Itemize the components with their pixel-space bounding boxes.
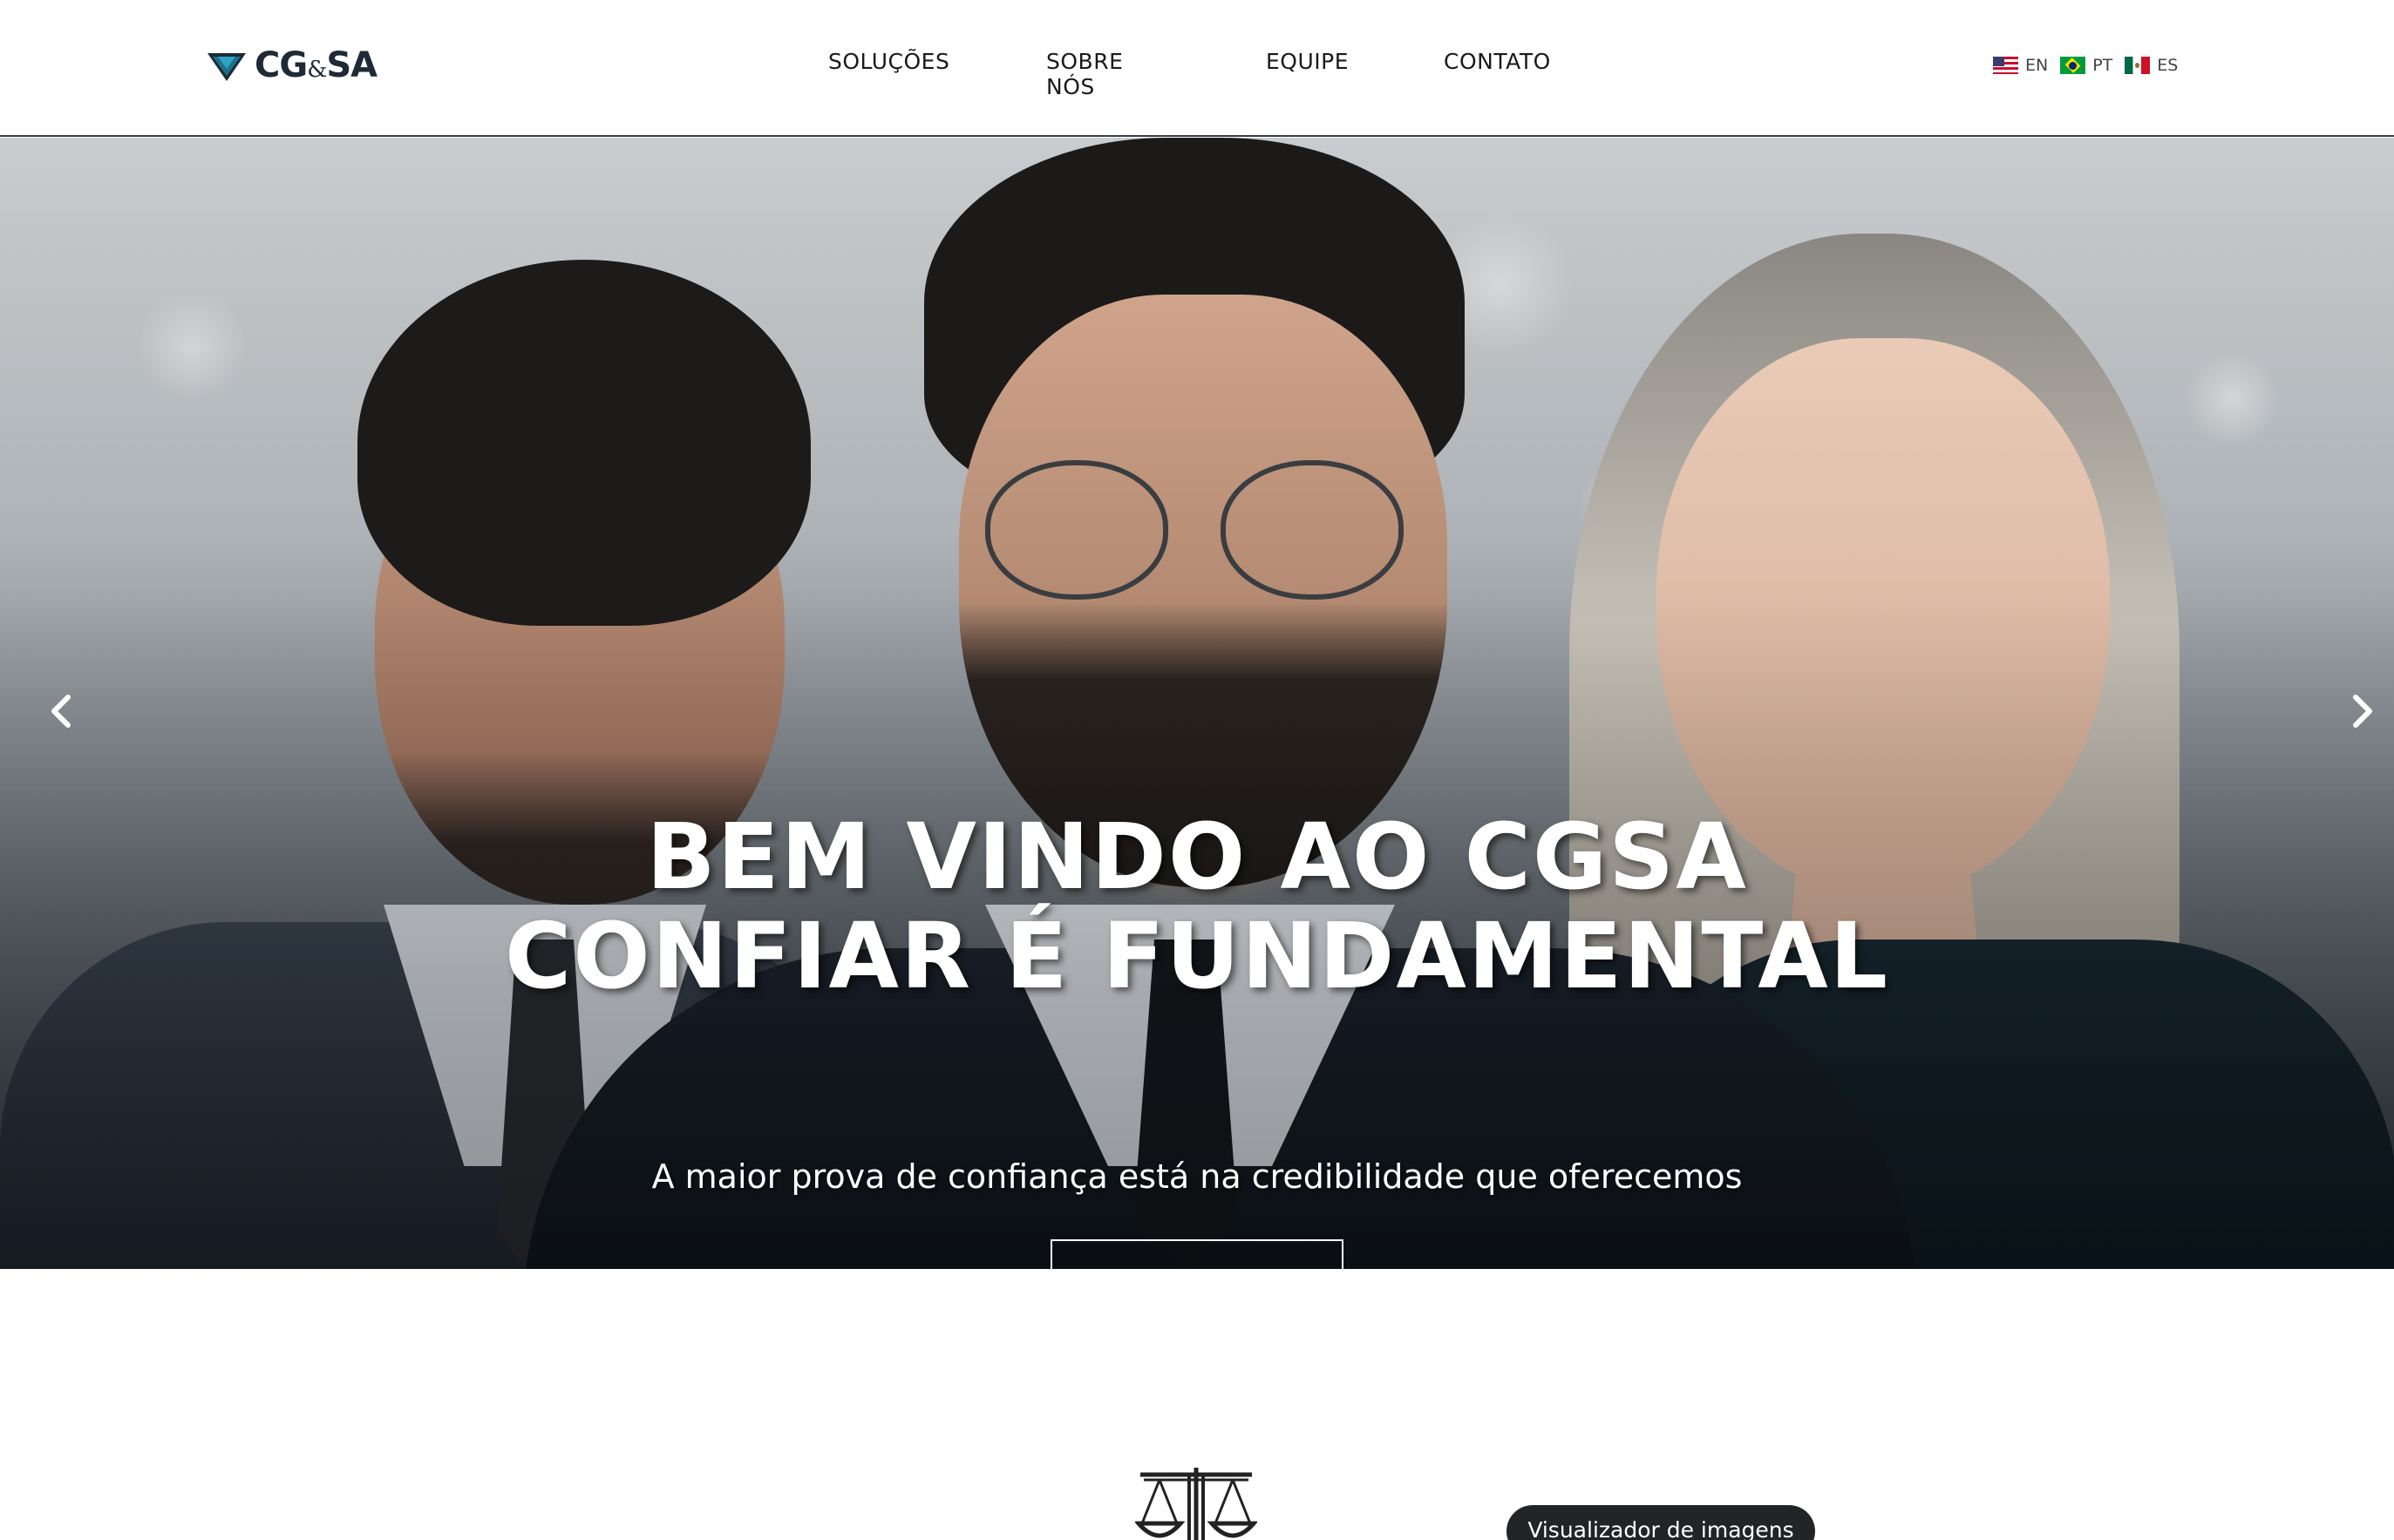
image-viewer-tooltip[interactable]: Visualizador de imagens — [1506, 1505, 1815, 1540]
nav-item-equipe[interactable]: EQUIPE — [1266, 49, 1349, 74]
lang-option-es[interactable]: ES — [2125, 56, 2178, 75]
carousel-next-button[interactable] — [2345, 685, 2380, 737]
language-switcher: EN PT ES — [1993, 56, 2178, 75]
hero-overlay — [0, 138, 2394, 1269]
hero-subtitle: A maior prova de confiança está na credi… — [651, 1157, 1743, 1196]
carousel-prev-button[interactable] — [44, 685, 78, 737]
hero-title: BEM VINDO AO CGSA CONFIAR É FUNDAMENTAL — [0, 807, 2394, 1006]
hero-carousel: BEM VINDO AO CGSA CONFIAR É FUNDAMENTAL … — [0, 138, 2394, 1269]
lang-option-pt[interactable]: PT — [2060, 56, 2112, 75]
nav-item-contato[interactable]: CONTATO — [1444, 49, 1551, 74]
chevron-right-icon — [2353, 695, 2372, 728]
lang-label: PT — [2092, 56, 2113, 75]
diamond-logo-icon — [207, 53, 246, 81]
br-flag-icon — [2060, 57, 2086, 74]
lang-label: EN — [2025, 56, 2049, 75]
hero-title-line-2: CONFIAR É FUNDAMENTAL — [504, 903, 1890, 1009]
logo-text: CG&SA — [255, 45, 377, 85]
scales-of-justice-icon — [1133, 1464, 1259, 1540]
fale-conosco-button[interactable]: FALE CONOSCO — [1051, 1239, 1343, 1269]
us-flag-icon — [1993, 57, 2018, 74]
cgsa-logo[interactable]: CG&SA — [204, 44, 377, 87]
chevron-left-icon — [51, 695, 71, 728]
lang-option-en[interactable]: EN — [1993, 56, 2048, 75]
nav-item-solucoes[interactable]: SOLUÇÕES — [828, 49, 949, 74]
nav-item-sobre-nos[interactable]: SOBRE NÓS — [1046, 49, 1123, 99]
site-header: CG&SA SOLUÇÕES SOBRE NÓS EQUIPE CONTATO … — [0, 0, 2394, 137]
mx-flag-icon — [2125, 57, 2151, 74]
lang-label: ES — [2157, 56, 2179, 75]
hero-title-line-1: BEM VINDO AO CGSA — [646, 804, 1748, 910]
